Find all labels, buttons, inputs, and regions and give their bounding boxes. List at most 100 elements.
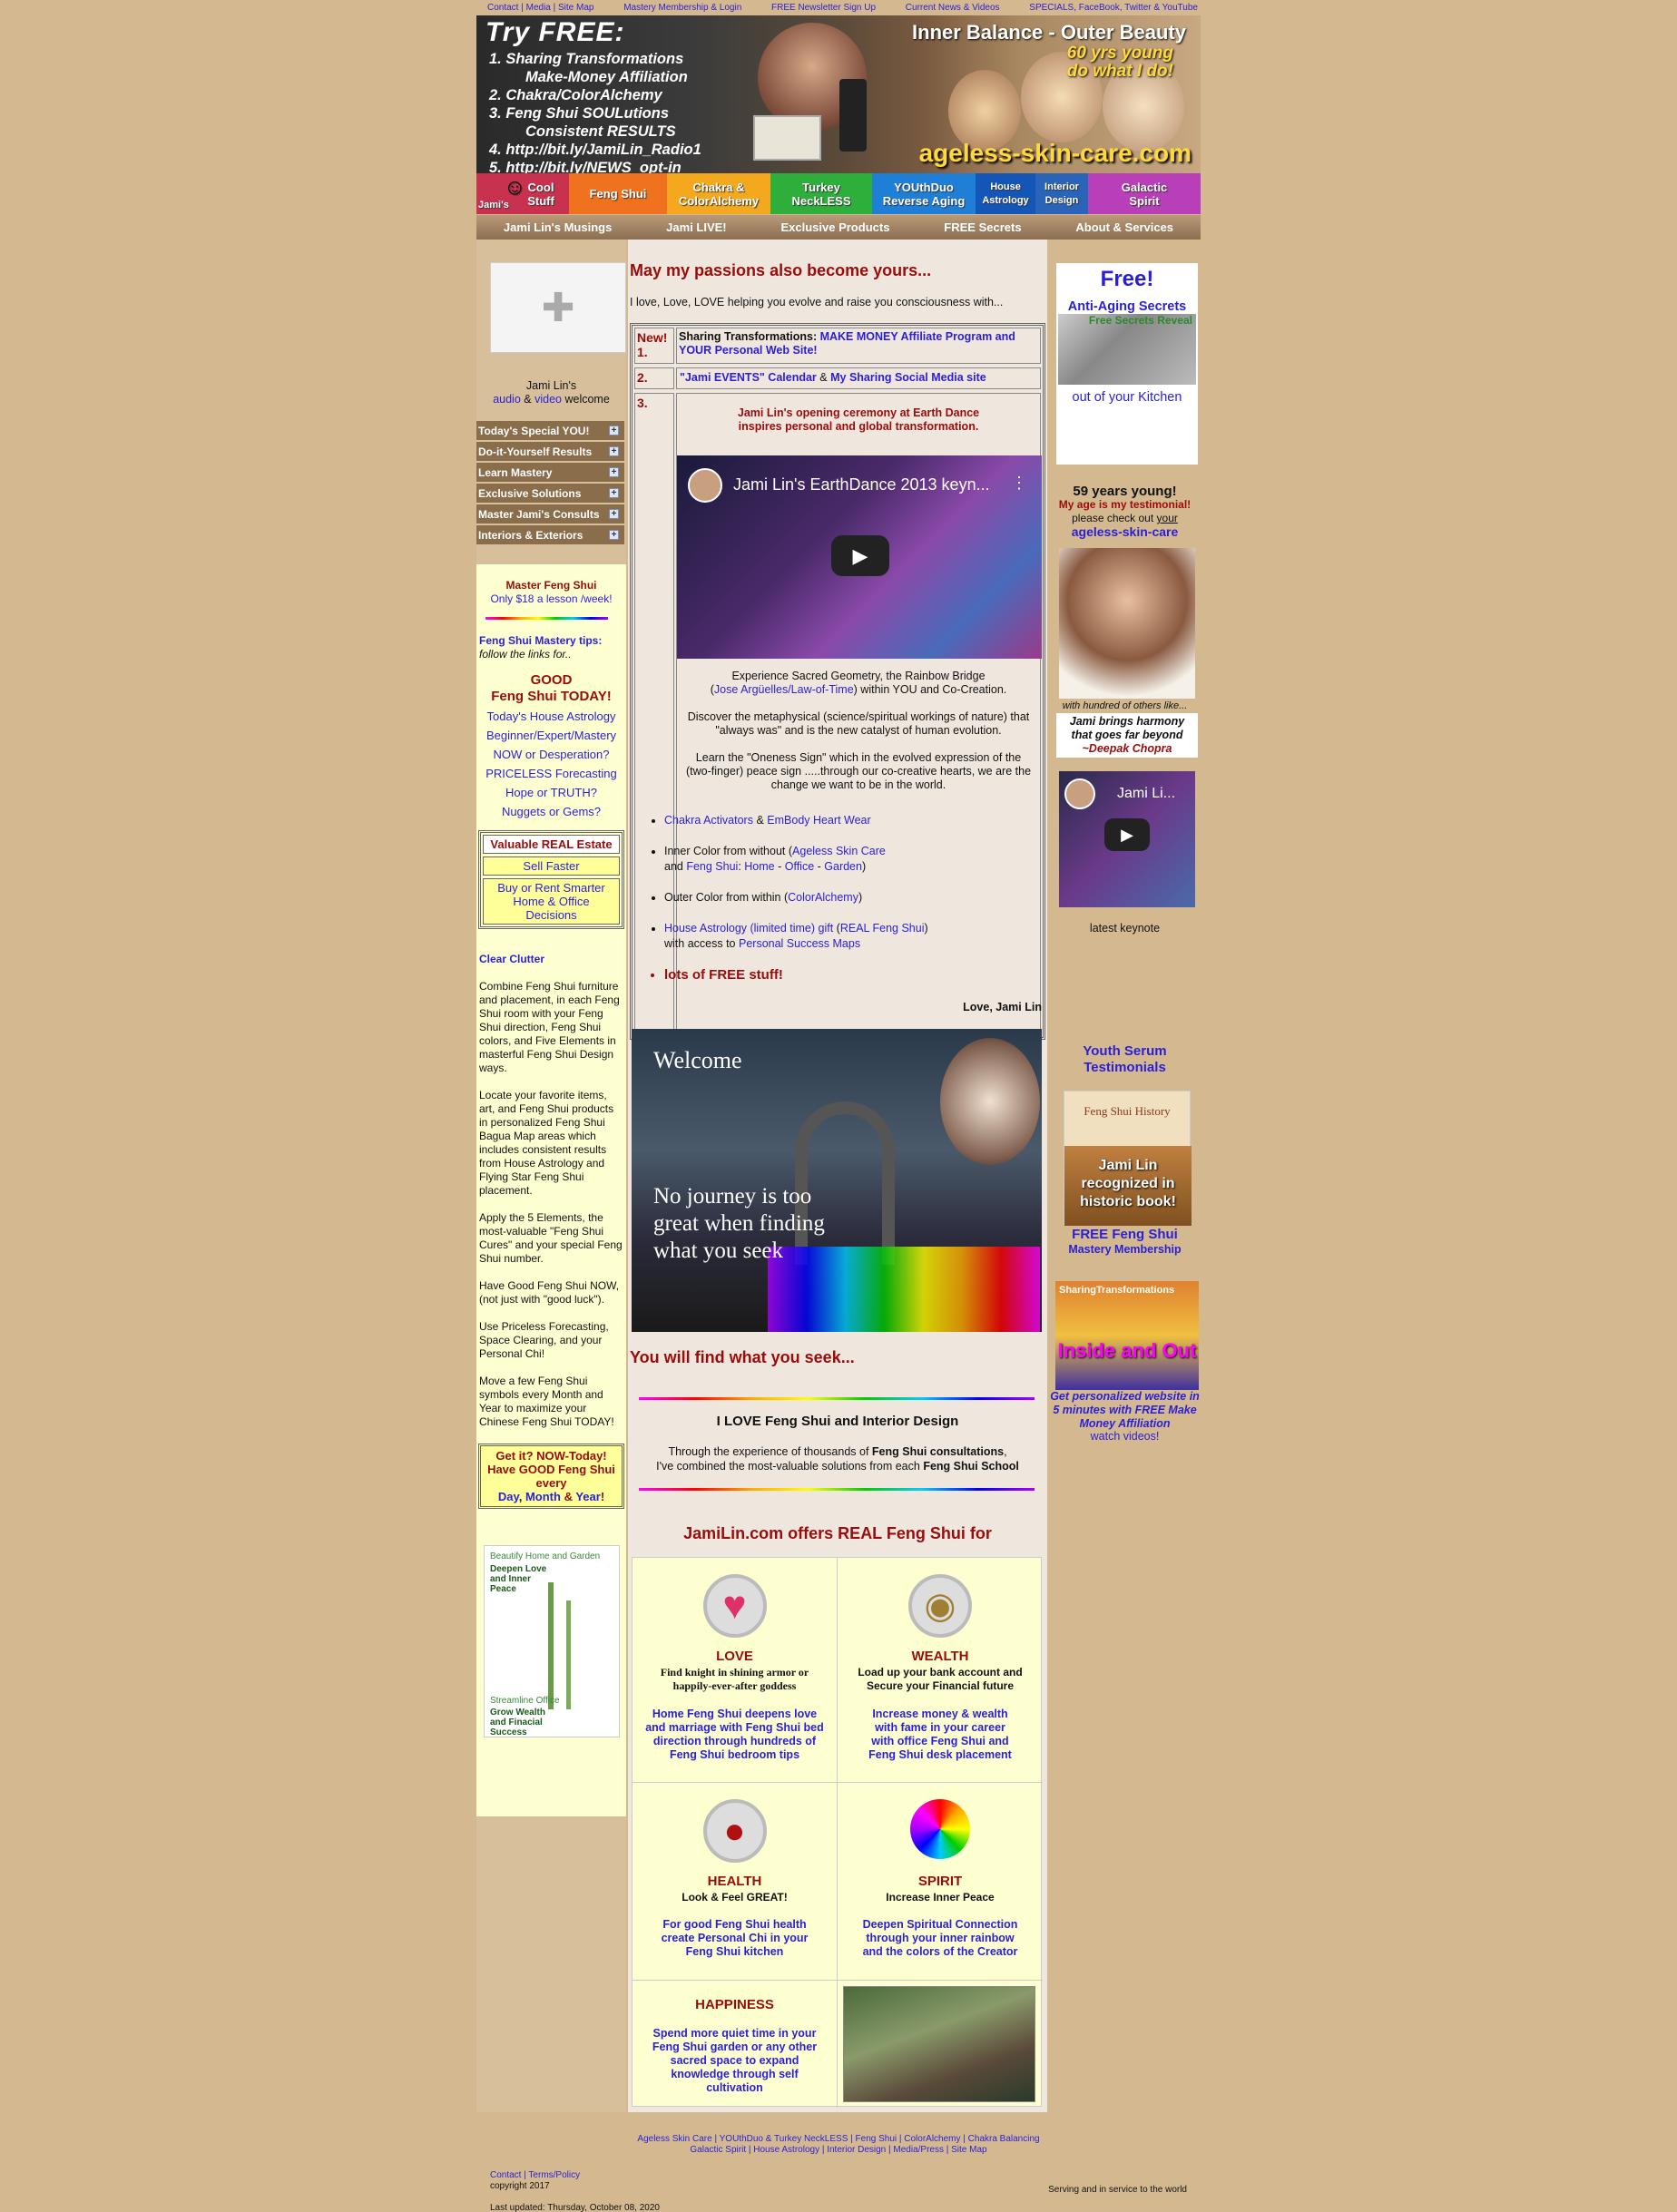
anti-aging-link[interactable]: Anti-Aging Secrets [1056, 299, 1198, 314]
newsletter-link[interactable]: FREE Newsletter Sign Up [771, 3, 876, 15]
house-image [753, 115, 821, 161]
master-feng-shui[interactable]: Master Feng Shui [476, 579, 626, 592]
welcome-text: Jami Lin's audio & video welcome [476, 379, 626, 406]
chakra-link[interactable]: Chakra Activators [664, 814, 753, 827]
nav-chakra[interactable]: Chakra & ColorAlchemy [667, 173, 770, 214]
footer-contact-link[interactable]: Contact | Terms/Policy [490, 2170, 660, 2181]
experience-text: Through the experience of thousands of F… [656, 1445, 1019, 1473]
price-link[interactable]: Only $18 a lesson /week! [476, 592, 626, 606]
link-now[interactable]: NOW or Desperation? [476, 745, 626, 764]
menu-exclusive[interactable]: Exclusive Solutions + [476, 484, 624, 504]
youth-serum-link[interactable]: Youth Serum Testimonials [1067, 1043, 1182, 1076]
garden-link[interactable]: Garden [824, 860, 862, 873]
free-box[interactable]: Free! Anti-Aging Secrets Free Secrets Re… [1056, 263, 1198, 465]
news-link[interactable]: Current News & Videos [906, 3, 1000, 15]
success-maps-link[interactable]: Personal Success Maps [739, 937, 860, 950]
embody-link[interactable]: EmBody Heart Wear [767, 814, 870, 827]
nav-products[interactable]: Exclusive Products [780, 220, 889, 234]
nav-free-secrets[interactable]: FREE Secrets [944, 220, 1021, 234]
office-link[interactable]: Office [785, 860, 814, 873]
menu-learn-mastery[interactable]: Learn Mastery + [476, 463, 624, 483]
real-feng-shui-link[interactable]: REAL Feng Shui [840, 922, 925, 935]
link-hope[interactable]: Hope or TRUTH? [476, 783, 626, 802]
personalized-link[interactable]: Get personalized website in 5 minutes wi… [1049, 1390, 1201, 1431]
coloralchemy-link[interactable]: ColorAlchemy [788, 891, 858, 904]
years-young: 59 years young! [1073, 484, 1177, 499]
nav-feng-shui[interactable]: Feng Shui [569, 173, 667, 214]
keynote-video[interactable]: Jami Li... ▶ [1059, 771, 1195, 907]
kitchen-link[interactable]: out of your Kitchen [1056, 390, 1198, 405]
month-link[interactable]: Month [525, 1490, 561, 1503]
expand-icon[interactable]: + [609, 446, 619, 456]
free-heading[interactable]: Free! [1056, 267, 1198, 292]
expand-icon[interactable]: + [609, 530, 619, 540]
expand-icon[interactable]: + [609, 467, 619, 477]
year-link[interactable]: Year [575, 1490, 600, 1503]
nav-musings[interactable]: Jami Lin's Musings [504, 220, 612, 234]
astrology-gift-link[interactable]: House Astrology (limited time) gift [664, 922, 833, 935]
nav-interior-design[interactable]: Interior Design [1035, 173, 1088, 214]
link-forecasting[interactable]: PRICELESS Forecasting [476, 764, 626, 783]
menu-interiors[interactable]: Interiors & Exteriors + [476, 525, 624, 545]
link-beginner[interactable]: Beginner/Expert/Mastery [476, 726, 626, 745]
history-book-image[interactable]: Feng Shui History Jami Lin recognized in… [1064, 1091, 1192, 1226]
buy-rent-link[interactable]: Buy or Rent Smarter Home & Office Decisi… [483, 878, 620, 925]
tips-heading[interactable]: Feng Shui Mastery tips: [479, 634, 623, 648]
nav-galactic-spirit[interactable]: Galactic Spirit [1088, 173, 1201, 214]
events-link[interactable]: "Jami EVENTS" Calendar [680, 371, 817, 384]
color-wheel-icon [910, 1799, 970, 1859]
specials-link[interactable]: SPECIALS, FaceBook, Twitter & YouTube [1029, 3, 1198, 15]
footer-links-line1[interactable]: Ageless Skin Care | YOUthDuo & Turkey Ne… [476, 2134, 1201, 2145]
social-link[interactable]: My Sharing Social Media site [830, 371, 986, 384]
watch-videos-link[interactable]: watch videos! [1049, 1430, 1201, 1443]
health-text[interactable]: For good Feng Shui health create Persona… [633, 1918, 837, 1959]
home-garden-image[interactable]: Beautify Home and Garden Deepen Love and… [484, 1545, 620, 1737]
menu-consults[interactable]: Master Jami's Consults + [476, 504, 624, 524]
expand-icon[interactable]: + [609, 509, 619, 519]
link-nuggets[interactable]: Nuggets or Gems? [476, 802, 626, 821]
clear-clutter-link[interactable]: Clear Clutter [479, 953, 623, 966]
banner-headline: Inner Balance - Outer Beauty [912, 21, 1186, 44]
ageless-link[interactable]: ageless-skin-care [1049, 525, 1201, 539]
spirit-text[interactable]: Deepen Spiritual Connection through your… [838, 1918, 1043, 1959]
free-stuff-link[interactable]: lots of FREE stuff! [664, 967, 1036, 983]
video-player[interactable]: Jami Lin's EarthDance 2013 keyn... ⋮ ▶ [677, 455, 1042, 659]
nav-live[interactable]: Jami LIVE! [666, 220, 726, 234]
nav-about[interactable]: About & Services [1075, 220, 1173, 234]
gray-nav: Jami Lin's Musings Jami LIVE! Exclusive … [476, 215, 1201, 240]
jose-link[interactable]: Jose Argüelles/Law-of-Time [714, 683, 854, 696]
expand-icon[interactable]: + [609, 488, 619, 498]
serving-text: Serving and in service to the world [1048, 2185, 1187, 2195]
wealth-text[interactable]: Increase money & wealth with fame in you… [838, 1708, 1043, 1762]
more-icon[interactable]: ⋮ [1011, 474, 1027, 493]
nav-turkey-neckless[interactable]: Turkey NeckLESS [770, 173, 872, 214]
love-text[interactable]: Home Feng Shui deepens love and marriage… [633, 1708, 837, 1762]
happiness-text[interactable]: Spend more quiet time in your Feng Shui … [633, 2027, 837, 2095]
day-link[interactable]: Day [498, 1490, 519, 1503]
play-icon[interactable]: ▶ [1104, 818, 1150, 851]
row2-number: 2. [634, 367, 674, 389]
nav-house-astrology[interactable]: House Astrology [976, 173, 1035, 214]
membership-link[interactable]: Mastery Membership & Login [623, 3, 741, 15]
header-banner[interactable]: Try FREE: 1. Sharing Transformations Mak… [476, 15, 1201, 173]
link-house-astrology[interactable]: Today's House Astrology [476, 707, 626, 726]
sell-faster-link[interactable]: Sell Faster [483, 856, 620, 876]
skin-care-link[interactable]: Ageless Skin Care [792, 845, 886, 857]
nav-youthduo[interactable]: YOUthDuo Reverse Aging [872, 173, 976, 214]
feng-shui-link[interactable]: Feng Shui [686, 860, 738, 873]
footer-links-line2[interactable]: Galactic Spirit | House Astrology | Inte… [476, 2145, 1201, 2156]
mastery-membership-link[interactable]: Mastery Membership [1049, 1243, 1201, 1256]
free-feng-shui-link[interactable]: FREE Feng Shui [1049, 1227, 1201, 1242]
nav-cool-stuff[interactable]: Jami's ☺ Cool Stuff [476, 173, 569, 214]
menu-diy[interactable]: Do-it-Yourself Results + [476, 442, 624, 462]
home-link[interactable]: Home [744, 860, 774, 873]
expand-icon[interactable]: + [609, 426, 619, 436]
paragraph: Have Good Feng Shui NOW, (not just with … [479, 1279, 620, 1306]
audio-link[interactable]: audio [493, 393, 521, 406]
menu-todays-special[interactable]: Today's Special YOU! + [476, 421, 624, 441]
contact-link[interactable]: Contact | Media | Site Map [487, 3, 593, 15]
inside-out-image[interactable]: SharingTransformations Inside and Out [1055, 1281, 1199, 1390]
video-link[interactable]: video [534, 393, 562, 406]
play-icon[interactable]: ▶ [831, 535, 889, 576]
plugin-placeholder[interactable]: ✚ [490, 262, 626, 353]
